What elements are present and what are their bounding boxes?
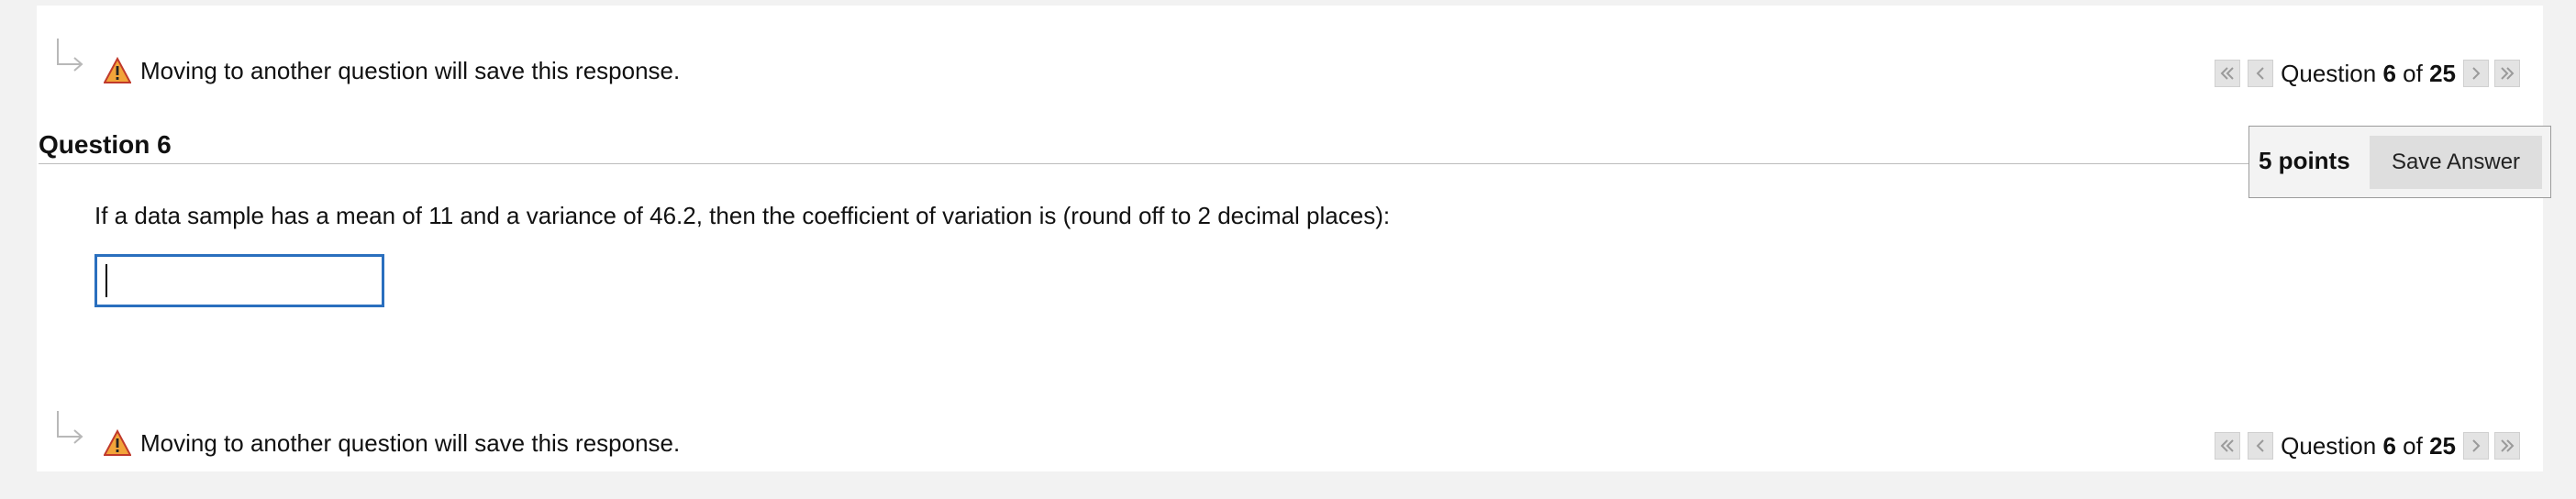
double-chevron-left-icon bbox=[2220, 439, 2234, 452]
warning-text: Moving to another question will save thi… bbox=[140, 429, 681, 457]
question-navigation: Question 6 of 25 bbox=[2215, 429, 2527, 462]
text-cursor bbox=[105, 264, 107, 297]
nav-total: 25 bbox=[2429, 432, 2456, 460]
question-position: Question 6 of 25 bbox=[2281, 58, 2456, 89]
question-heading: Question 6 bbox=[39, 130, 172, 159]
last-question-button[interactable] bbox=[2494, 60, 2520, 87]
nav-current: 6 bbox=[2382, 432, 2396, 460]
return-arrow-icon bbox=[50, 37, 89, 79]
warning-text: Moving to another question will save thi… bbox=[140, 57, 681, 84]
next-question-button[interactable] bbox=[2463, 432, 2489, 460]
double-chevron-right-icon bbox=[2501, 67, 2515, 80]
nav-of: of bbox=[2403, 432, 2423, 460]
question-text: If a data sample has a mean of 11 and a … bbox=[94, 202, 1391, 229]
chevron-right-icon bbox=[2472, 67, 2481, 80]
question-divider bbox=[39, 163, 2249, 164]
nav-prefix: Question bbox=[2281, 432, 2377, 460]
first-question-button[interactable] bbox=[2215, 432, 2241, 460]
bottom-notice-row: Moving to another question will save thi… bbox=[50, 409, 2527, 464]
points-label: 5 points bbox=[2259, 147, 2350, 174]
chevron-left-icon bbox=[2256, 439, 2264, 452]
warning-icon bbox=[103, 428, 132, 457]
question-navigation: Question 6 of 25 bbox=[2215, 57, 2527, 90]
top-notice-row: Moving to another question will save thi… bbox=[50, 37, 2527, 92]
nav-total: 25 bbox=[2429, 60, 2456, 87]
last-question-button[interactable] bbox=[2494, 432, 2520, 460]
double-chevron-left-icon bbox=[2220, 67, 2234, 80]
points-box: 5 points Save Answer bbox=[2248, 126, 2551, 198]
answer-input[interactable] bbox=[94, 254, 384, 307]
warning-icon bbox=[103, 56, 132, 84]
previous-question-button[interactable] bbox=[2248, 432, 2274, 460]
nav-of: of bbox=[2403, 60, 2423, 87]
first-question-button[interactable] bbox=[2215, 60, 2241, 87]
next-question-button[interactable] bbox=[2463, 60, 2489, 87]
save-answer-button[interactable]: Save Answer bbox=[2370, 136, 2542, 189]
nav-current: 6 bbox=[2382, 60, 2396, 87]
chevron-right-icon bbox=[2472, 439, 2481, 452]
chevron-left-icon bbox=[2256, 67, 2264, 80]
previous-question-button[interactable] bbox=[2248, 60, 2274, 87]
nav-prefix: Question bbox=[2281, 60, 2377, 87]
return-arrow-icon bbox=[50, 409, 89, 451]
question-position: Question 6 of 25 bbox=[2281, 430, 2456, 461]
double-chevron-right-icon bbox=[2501, 439, 2515, 452]
